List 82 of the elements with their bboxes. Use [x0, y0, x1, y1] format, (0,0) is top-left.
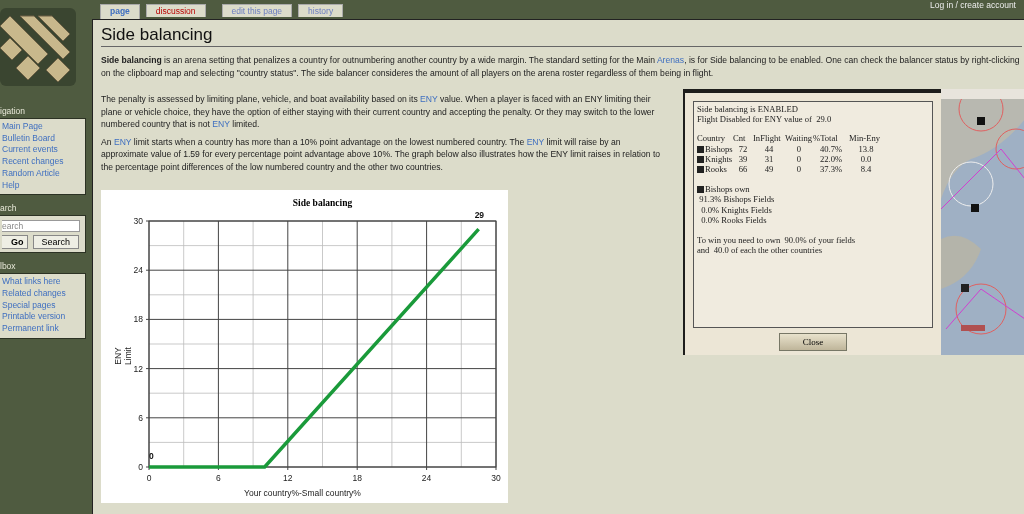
portlet-heading: lbox — [0, 261, 17, 272]
status-text: 91.3% Bishops Fields — [698, 194, 776, 205]
table-cell-text: 40.7% — [818, 143, 844, 154]
column-header: Cnt — [733, 133, 747, 144]
page-tab[interactable]: history — [298, 4, 344, 17]
sidebar-link[interactable]: Printable version — [2, 311, 85, 324]
login-link[interactable]: Log in / create account — [930, 0, 1016, 10]
paragraph: The penalty is assessed by limiting plane, vehicle, and boat availability based on its ENY value. When a player is faced with an ENY limiting their plane or vehicle choice, they have the option of either staying with their current country and accepting the penalty. Or they may switch to the lower numbered country that is not ENY limited. — [101, 93, 656, 131]
table-cell-text: 13.8 — [857, 143, 875, 154]
table-cell-text: 49 — [763, 164, 775, 175]
x-tick-label: 12 — [283, 473, 293, 483]
table-cell-text: 72 — [737, 143, 749, 154]
close-button[interactable]: Close — [779, 333, 847, 351]
sidebar-link[interactable]: Bulletin Board — [2, 132, 85, 145]
status-text: 0.0% Rooks Fields — [700, 214, 768, 226]
table-cell-text: 22.0% — [818, 153, 844, 164]
sidebar-link[interactable]: Recent changes — [2, 156, 85, 168]
table-cell-text: 66 — [737, 164, 749, 175]
column-header: Country — [697, 133, 727, 144]
y-tick-label: 24 — [133, 265, 143, 276]
sidebar-link[interactable]: Related changes — [2, 287, 85, 300]
sidebar-link[interactable]: Main Page — [2, 121, 85, 133]
page-tab[interactable]: edit this page — [221, 4, 293, 17]
sidebar-link[interactable]: Permanent link — [2, 323, 85, 335]
sidebar-link[interactable]: Special pages — [2, 299, 85, 312]
y-tick-label: 6 — [138, 412, 143, 423]
sidebar-link[interactable]: Current events — [2, 144, 85, 157]
page-tab[interactable]: discussion — [145, 4, 206, 17]
table-cell-text: 0 — [795, 153, 803, 164]
table-cell-text: 44 — [763, 143, 775, 154]
chart-title: Side balancing — [292, 198, 353, 208]
portlet-heading: igation — [0, 106, 27, 116]
y-tick-label: 0 — [138, 462, 143, 472]
x-tick-label: 6 — [216, 473, 221, 483]
status-text: 0.0% Knights Fields — [700, 204, 773, 215]
status-text: Side balancing is ENABLED — [697, 104, 799, 115]
table-cell-text: 8.4 — [859, 164, 873, 175]
y-axis-title: ENY Limit — [113, 347, 133, 365]
status-text: and 40.0 of each the other countries — [697, 245, 824, 256]
x-tick-label: 18 — [352, 473, 362, 483]
x-axis-title: Your country%-Small country% — [244, 488, 361, 498]
sidebar-link[interactable]: Random Article — [2, 167, 85, 180]
sidebar-link[interactable]: Help — [2, 179, 85, 192]
portlet-heading: arch — [0, 203, 18, 214]
column-header: %Total — [813, 133, 839, 144]
y-tick-label: 12 — [133, 363, 143, 374]
table-cell: Rooks — [705, 164, 727, 174]
site-logo[interactable] — [0, 8, 76, 86]
text-link[interactable]: ENY — [212, 119, 230, 129]
paragraph: Side balancing is an arena setting that penalizes a country for outnumbering another country by a wide margin. The standard setting for the Main Arenas, is for Side balancing to be enabled. One can check the balancer status by right-clicking on the clipboard map and selecting "country status". The side balancer consideres the amount of all players on the arena roster regardless of them being in flight. — [101, 54, 1021, 79]
page-tab[interactable]: page — [100, 4, 140, 19]
flag-icon — [697, 186, 704, 194]
x-tick-label: 30 — [491, 473, 501, 483]
search-button[interactable]: Search — [32, 235, 80, 250]
column-header: Waiting — [785, 133, 813, 144]
x-tick-label: 24 — [421, 473, 432, 483]
column-header: InFlight — [753, 133, 782, 144]
paragraph: An ENY limit starts when a country has more than a 10% point advantage on the lowest numbered country. The ENY limit will raise by an approximate value of 1.59 for every percentage point advantage above 10%. The graph below also illustrates how the ENY limit raises in relation to the percentage point differences of the low numbered country and the other two countries. — [101, 135, 661, 173]
status-text: To win you need to own 90.0% of your fields — [697, 235, 857, 246]
table-cell-text: 31 — [763, 153, 775, 164]
table-cell-text: 0.0 — [859, 153, 873, 164]
table-cell: Bishops — [705, 143, 733, 154]
data-label: 29 — [474, 210, 485, 221]
table-cell: Knights — [705, 153, 733, 164]
x-tick-label: 0 — [146, 473, 152, 483]
table-cell-text: 37.3% — [818, 164, 844, 175]
text-link[interactable]: ENY — [113, 136, 132, 147]
table-cell-text: 39 — [737, 153, 749, 164]
status-text: Flight Disabled for ENY value of 29.0 — [697, 114, 833, 125]
column-header: Min-Eny — [849, 133, 882, 144]
sidebar-link[interactable]: What links here — [2, 276, 85, 288]
text-link[interactable]: ENY — [526, 136, 545, 147]
text-link[interactable]: ENY — [420, 94, 438, 104]
table-cell-text: 0 — [795, 143, 803, 154]
status-text: Bishops own — [705, 184, 750, 195]
data-label: 0 — [149, 451, 154, 461]
y-tick-label: 30 — [133, 216, 143, 226]
page-title: Side balancing — [101, 22, 1022, 47]
y-tick-label: 18 — [133, 314, 143, 325]
search-field[interactable]: earch — [2, 220, 80, 233]
go-button[interactable]: Go — [2, 235, 28, 250]
table-cell-text: 0 — [795, 164, 803, 175]
